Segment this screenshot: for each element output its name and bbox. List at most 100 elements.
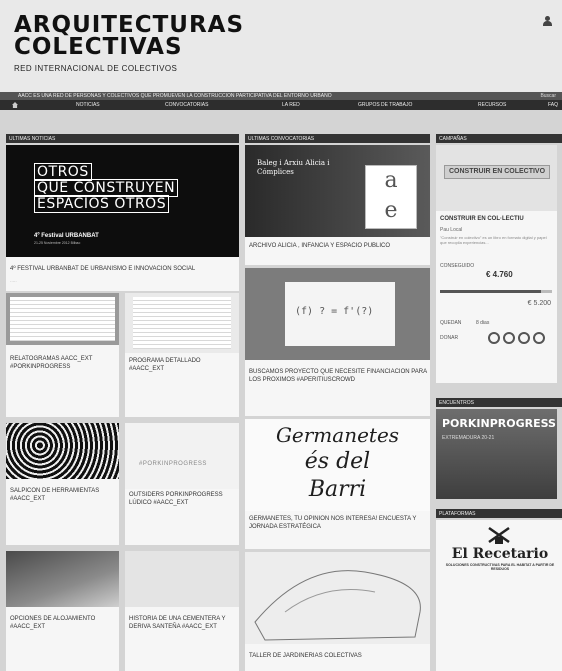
news-title[interactable]: HISTORIA DE UNA CEMENTERA Y DERIVA SANTE… bbox=[129, 615, 235, 631]
image-hashtag: #PORKINPROGRESS bbox=[139, 461, 207, 467]
nav-item-noticias[interactable]: NOTICIAS bbox=[76, 102, 100, 108]
featured-image-line2: QUE CONSTRUYEN bbox=[34, 179, 179, 197]
image-script-line3: Barri bbox=[308, 477, 367, 502]
news-title[interactable]: RELATOGRAMAS AACC_EXT #PORKINPROGRESS bbox=[10, 355, 115, 371]
call-card-image: Baleg i Arxiu Alicia i Cómplices a e bbox=[245, 145, 430, 237]
news-card[interactable]: OPCIONES DE ALOJAMIENTO #AACC_EXT bbox=[6, 551, 119, 671]
news-title[interactable]: OPCIONES DE ALOJAMIENTO #AACC_EXT bbox=[10, 615, 115, 631]
call-card-image bbox=[245, 552, 430, 644]
campaign-raised-label: CONSEGUIDO bbox=[440, 263, 475, 269]
site-logo-line1[interactable]: ARQUITECTURAS bbox=[14, 14, 244, 37]
column-header-convocatorias: ULTIMAS CONVOCATORIAS bbox=[245, 134, 430, 143]
news-card-image bbox=[6, 423, 119, 479]
call-title[interactable]: ARCHIVO ALICIA , INFANCIA Y ESPACIO PUBL… bbox=[249, 242, 427, 250]
image-detail bbox=[10, 297, 115, 341]
site-subtitle: RED INTERNACIONAL DE COLECTIVOS bbox=[14, 64, 178, 73]
column-header-noticias: ULTIMAS NOTICIAS bbox=[6, 134, 239, 143]
news-card-image bbox=[125, 293, 239, 353]
encuentro-date: EXTREMADURA 20-21 bbox=[442, 435, 495, 441]
call-card[interactable]: (f) ? = f'(?) BUSCAMOS PROYECTO QUE NECE… bbox=[245, 268, 430, 416]
campaign-place: Pau Local bbox=[440, 227, 463, 233]
news-card-featured[interactable]: OTROS QUE CONSTRUYEN ESPACIOS OTROS 4º F… bbox=[6, 145, 239, 291]
logo-top: a bbox=[384, 168, 398, 193]
site-header: ARQUITECTURAS COLECTIVAS RED INTERNACION… bbox=[0, 0, 562, 92]
campaign-progress-track bbox=[440, 290, 552, 293]
image-detail bbox=[133, 297, 231, 349]
campaign-banner: CONSTRUIR EN COLECTIVO bbox=[444, 165, 550, 179]
call-card-image: (f) ? = f'(?) bbox=[245, 268, 430, 360]
news-featured-image: OTROS QUE CONSTRUYEN ESPACIOS OTROS 4º F… bbox=[6, 145, 239, 257]
nav-item-la-red[interactable]: LA RED bbox=[282, 102, 300, 108]
nav-item-recursos[interactable]: RECURSOS bbox=[478, 102, 506, 108]
call-title[interactable]: GERMANETES, TU OPINION NOS INTERESA! ENC… bbox=[249, 515, 427, 531]
site-logo-line2[interactable]: COLECTIVAS bbox=[14, 36, 183, 59]
image-script-line2: és del bbox=[304, 449, 371, 474]
campaign-raised: € 4.760 bbox=[486, 270, 513, 279]
news-meta: ····· bbox=[10, 279, 17, 284]
site-plan-sketch bbox=[254, 570, 421, 641]
campaign-desc: "Construir en colectivo" es un libro en … bbox=[440, 235, 547, 245]
donate-option[interactable] bbox=[503, 332, 515, 344]
news-card[interactable]: #PORKINPROGRESS OUTSIDERS PORKINPROGRESS… bbox=[125, 423, 239, 545]
encuentro-card[interactable]: PORKINPROGRESS EXTREMADURA 20-21 bbox=[436, 409, 557, 499]
call-card[interactable]: Germanetes és del Barri GERMANETES, TU O… bbox=[245, 419, 430, 549]
call-card[interactable]: TALLER DE JARDINERIAS COLECTIVAS bbox=[245, 552, 430, 671]
search-link[interactable]: Buscar bbox=[540, 93, 556, 99]
image-formula: (f) ? = f'(?) bbox=[295, 306, 374, 317]
campaign-days-label: QUEDAN bbox=[440, 320, 462, 326]
main-navigation: NOTICIAS CONVOCATORIAS LA RED GRUPOS DE … bbox=[0, 100, 562, 110]
campaign-donate-label: DONAR bbox=[440, 335, 459, 341]
campaign-progress-fill bbox=[440, 290, 541, 293]
column-header-plataformas: PLATAFORMAS bbox=[436, 509, 562, 518]
encuentro-title: PORKINPROGRESS bbox=[442, 417, 556, 430]
news-title[interactable]: SALPICON DE HERRAMIENTAS #AACC_EXT bbox=[10, 487, 115, 503]
campaign-title[interactable]: CONSTRUIR EN COL·LECTIU bbox=[440, 215, 554, 223]
campaign-goal: € 5.200 bbox=[527, 300, 551, 307]
image-script-line1: Germanetes bbox=[275, 423, 400, 447]
news-card-image bbox=[125, 551, 239, 607]
tagline-text: AACC ES UNA RED DE PERSONAS Y COLECTIVOS… bbox=[18, 93, 332, 99]
news-title[interactable]: 4º FESTIVAL URBANBAT DE URBANISMO E INNO… bbox=[10, 265, 238, 273]
news-card-image: #PORKINPROGRESS bbox=[125, 423, 239, 489]
news-card[interactable]: HISTORIA DE UNA CEMENTERA Y DERIVA SANTE… bbox=[125, 551, 239, 671]
campaign-card[interactable]: CONSTRUIR EN COLECTIVO CONSTRUIR EN COL·… bbox=[436, 145, 557, 383]
campaign-days: 8 dias bbox=[476, 320, 490, 326]
donate-option[interactable] bbox=[488, 332, 500, 344]
news-card-image bbox=[6, 551, 119, 607]
news-title[interactable]: OUTSIDERS PORKINPROGRESS LÚDICO #AACC_EX… bbox=[129, 491, 235, 507]
campaign-image: CONSTRUIR EN COLECTIVO bbox=[436, 145, 557, 211]
nav-item-faq[interactable]: FAQ bbox=[548, 102, 558, 108]
user-icon[interactable] bbox=[543, 16, 552, 26]
call-card[interactable]: Baleg i Arxiu Alicia i Cómplices a e ARC… bbox=[245, 145, 430, 265]
nav-item-grupos[interactable]: GRUPOS DE TRABAJO bbox=[358, 102, 412, 108]
donate-options bbox=[488, 331, 548, 349]
featured-image-small: 21-25 Noviembre 2012 Bilbao bbox=[34, 241, 81, 245]
donate-option[interactable] bbox=[518, 332, 530, 344]
news-card-image bbox=[6, 293, 119, 345]
image-paper: (f) ? = f'(?) bbox=[285, 282, 395, 346]
archivo-logo: a e bbox=[365, 165, 417, 229]
tagline-bar: AACC ES UNA RED DE PERSONAS Y COLECTIVOS… bbox=[0, 92, 562, 100]
column-header-campanas: CAMPAÑAS bbox=[436, 134, 562, 143]
call-title[interactable]: BUSCAMOS PROYECTO QUE NECESITE FINANCIAC… bbox=[249, 368, 427, 384]
featured-image-line3: ESPACIOS OTROS bbox=[34, 195, 170, 213]
news-card[interactable]: RELATOGRAMAS AACC_EXT #PORKINPROGRESS bbox=[6, 293, 119, 417]
tools-icon bbox=[488, 526, 510, 544]
home-icon[interactable] bbox=[12, 102, 18, 108]
platform-card[interactable]: El Recetario SOLUCIONES CONSTRUCTIVAS PA… bbox=[436, 520, 562, 671]
nav-item-convocatorias[interactable]: CONVOCATORIAS bbox=[165, 102, 208, 108]
news-card[interactable]: PROGRAMA DETALLADO #AACC_EXT bbox=[125, 293, 239, 417]
call-card-image: Germanetes és del Barri bbox=[245, 419, 430, 511]
user-icon-body bbox=[543, 21, 552, 26]
featured-image-festival: 4º Festival URBANBAT bbox=[34, 233, 99, 239]
image-text: Baleg i Arxiu Alicia i Cómplices bbox=[257, 159, 330, 176]
column-header-encuentros: ENCUENTROS bbox=[436, 398, 562, 407]
news-title[interactable]: PROGRAMA DETALLADO #AACC_EXT bbox=[129, 357, 235, 373]
platform-name[interactable]: El Recetario bbox=[442, 546, 558, 562]
donate-option[interactable] bbox=[533, 332, 545, 344]
call-title[interactable]: TALLER DE JARDINERIAS COLECTIVAS bbox=[249, 652, 427, 660]
news-card[interactable]: SALPICON DE HERRAMIENTAS #AACC_EXT bbox=[6, 423, 119, 545]
platform-subtitle: SOLUCIONES CONSTRUCTIVAS PARA EL HABITAT… bbox=[445, 563, 555, 571]
featured-image-line1: OTROS bbox=[34, 163, 92, 181]
encuentro-image: PORKINPROGRESS EXTREMADURA 20-21 bbox=[436, 409, 557, 499]
